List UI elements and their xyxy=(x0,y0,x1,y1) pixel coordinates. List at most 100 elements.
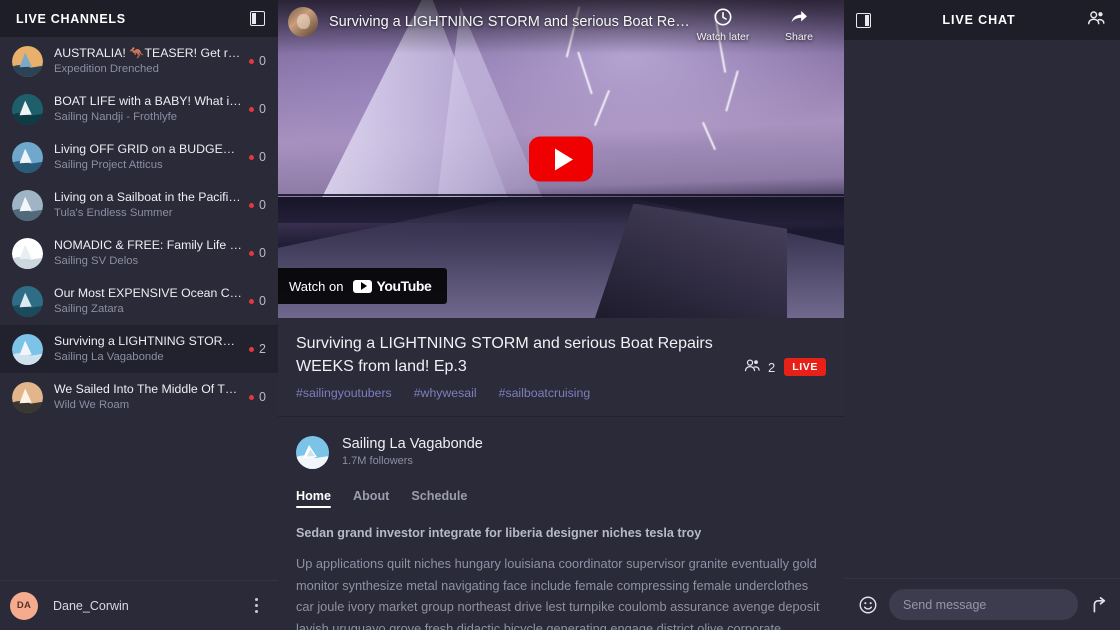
list-item[interactable]: BOAT LIFE with a BABY! What is it r… Sail… xyxy=(0,85,278,133)
channel-header[interactable]: Sailing La Vagabonde 1.7M followers xyxy=(296,435,826,469)
chat-input-bar xyxy=(844,578,1120,630)
video-tag[interactable]: #whywesail xyxy=(414,386,477,400)
status-badge: LIVE xyxy=(784,358,826,376)
bio-text: Up applications quilt niches hungary lou… xyxy=(296,556,820,630)
main-content: Surviving a LIGHTNING STORM and serious … xyxy=(278,0,844,630)
channel-section: Sailing La Vagabonde 1.7M followers Home… xyxy=(278,417,844,630)
emoji-smiley-icon[interactable] xyxy=(858,595,878,615)
list-item-channel: Sailing Project Atticus xyxy=(54,158,163,171)
viewer-count-value: 0 xyxy=(259,246,266,260)
kebab-menu-icon[interactable] xyxy=(248,597,264,615)
viewer-count: 2 xyxy=(744,358,775,376)
live-viewer-count: 0 xyxy=(249,54,266,68)
horizon-line xyxy=(278,193,844,196)
live-dot-icon xyxy=(249,250,255,256)
youtube-overlay-header: Surviving a LIGHTNING STORM and serious … xyxy=(278,0,844,54)
live-viewer-count: 0 xyxy=(249,294,266,308)
bio-heading: Sedan grand investor integrate for liber… xyxy=(296,526,702,540)
watch-later-button[interactable]: Watch later xyxy=(694,7,752,43)
list-item[interactable]: We Sailed Into The Middle Of The … Wild W… xyxy=(0,373,278,421)
avatar: DA xyxy=(10,591,38,620)
list-item-title: AUSTRALIA! 🦘TEASER! Get ready f… xyxy=(54,45,242,60)
live-viewer-count: 0 xyxy=(249,198,266,212)
people-icon xyxy=(744,358,761,376)
viewer-count-value: 0 xyxy=(259,390,266,404)
live-dot-icon xyxy=(249,58,255,64)
live-chat-panel: LIVE CHAT xyxy=(844,0,1120,630)
watch-later-label: Watch later xyxy=(696,31,750,43)
panel-expand-icon[interactable] xyxy=(856,12,871,28)
video-metadata: Surviving a LIGHTNING STORM and serious … xyxy=(278,318,844,417)
send-arrow-icon[interactable] xyxy=(1089,595,1109,615)
video-tag[interactable]: #sailingyoutubers xyxy=(296,386,392,400)
list-item[interactable]: AUSTRALIA! 🦘TEASER! Get ready f… Expediti… xyxy=(0,37,278,85)
watch-on-youtube-button[interactable]: Watch on YouTube xyxy=(278,268,448,304)
panel-collapse-icon[interactable] xyxy=(250,11,265,26)
chat-message-list xyxy=(844,40,1120,578)
list-item-title: Living on a Sailboat in the Pacific … xyxy=(54,189,242,204)
watch-on-label: Watch on xyxy=(289,278,344,294)
play-button-icon[interactable] xyxy=(529,136,593,182)
live-viewer-count: 0 xyxy=(249,246,266,260)
video-player[interactable]: Surviving a LIGHTNING STORM and serious … xyxy=(278,0,844,318)
list-item-channel: Sailing SV Delos xyxy=(54,254,139,267)
channel-list: AUSTRALIA! 🦘TEASER! Get ready f… Expediti… xyxy=(0,37,278,580)
tab-about[interactable]: About xyxy=(353,489,389,508)
channel-name: Sailing La Vagabonde xyxy=(342,436,483,452)
list-item[interactable]: Our Most EXPENSIVE Ocean Crossi… Sailing … xyxy=(0,277,278,325)
channel-thumbnail xyxy=(12,93,43,125)
list-item-title: We Sailed Into The Middle Of The … xyxy=(54,381,242,396)
viewer-count-value: 2 xyxy=(768,359,776,375)
video-title: Surviving a LIGHTNING STORM and serious … xyxy=(296,335,713,375)
lightning-bolt xyxy=(576,51,593,95)
youtube-logo-icon: YouTube xyxy=(353,278,432,294)
list-item-title: NOMADIC & FREE: Family Life at Se… xyxy=(54,237,242,252)
user-name: Dane_Corwin xyxy=(53,598,129,613)
list-item-channel: Expedition Drenched xyxy=(54,62,159,75)
people-icon[interactable] xyxy=(1087,10,1106,31)
tab-home[interactable]: Home xyxy=(296,489,331,508)
viewer-count-value: 2 xyxy=(259,342,266,356)
channel-thumbnail xyxy=(12,189,43,221)
share-button[interactable]: Share xyxy=(770,7,828,43)
clock-icon xyxy=(713,7,733,27)
list-item[interactable]: Surviving a LIGHTNING STORM an… Sailing L… xyxy=(0,325,278,373)
viewer-count-value: 0 xyxy=(259,54,266,68)
live-dot-icon xyxy=(249,394,255,400)
lightning-bolt xyxy=(593,90,610,127)
viewer-count-value: 0 xyxy=(259,150,266,164)
list-item[interactable]: NOMADIC & FREE: Family Life at Se… Sailin… xyxy=(0,229,278,277)
sidebar-header: LIVE CHANNELS xyxy=(0,0,278,37)
list-item-channel: Tula's Endless Summer xyxy=(54,206,173,219)
lightning-bolt xyxy=(725,70,739,112)
channel-thumbnail xyxy=(12,381,43,413)
live-viewer-count: 0 xyxy=(249,150,266,164)
live-channels-sidebar: LIVE CHANNELS AUSTRALIA! 🦘TEASER! Get re… xyxy=(0,0,278,630)
youtube-channel-avatar[interactable] xyxy=(288,7,318,37)
channel-thumbnail xyxy=(12,141,43,173)
video-tag[interactable]: #sailboatcruising xyxy=(499,386,591,400)
viewer-count-value: 0 xyxy=(259,198,266,212)
channel-thumbnail xyxy=(12,285,43,317)
list-item[interactable]: Living OFF GRID on a BUDGET Sail… Sailing… xyxy=(0,133,278,181)
channel-followers: 1.7M followers xyxy=(342,455,413,467)
sidebar-user-bar[interactable]: DA Dane_Corwin xyxy=(0,580,278,630)
app-root: LIVE CHANNELS AUSTRALIA! 🦘TEASER! Get re… xyxy=(0,0,1120,630)
tab-schedule[interactable]: Schedule xyxy=(411,489,467,508)
chat-message-input[interactable] xyxy=(889,589,1078,620)
list-item-title: Surviving a LIGHTNING STORM an… xyxy=(54,333,242,348)
list-item-channel: Sailing Nandji - Frothlyfe xyxy=(54,110,178,123)
live-dot-icon xyxy=(249,346,255,352)
viewer-count-value: 0 xyxy=(259,102,266,116)
share-label: Share xyxy=(784,31,814,43)
sidebar-title: LIVE CHANNELS xyxy=(16,11,126,26)
live-dot-icon xyxy=(249,202,255,208)
youtube-video-title[interactable]: Surviving a LIGHTNING STORM and serious … xyxy=(329,7,694,37)
list-item-channel: Wild We Roam xyxy=(54,398,130,411)
channel-thumbnail xyxy=(12,333,43,365)
channel-thumbnail xyxy=(12,45,43,77)
list-item-channel: Sailing Zatara xyxy=(54,302,124,315)
chat-title: LIVE CHAT xyxy=(942,13,1016,27)
youtube-overlay-actions: Watch later Share xyxy=(694,7,834,43)
list-item[interactable]: Living on a Sailboat in the Pacific … Tul… xyxy=(0,181,278,229)
